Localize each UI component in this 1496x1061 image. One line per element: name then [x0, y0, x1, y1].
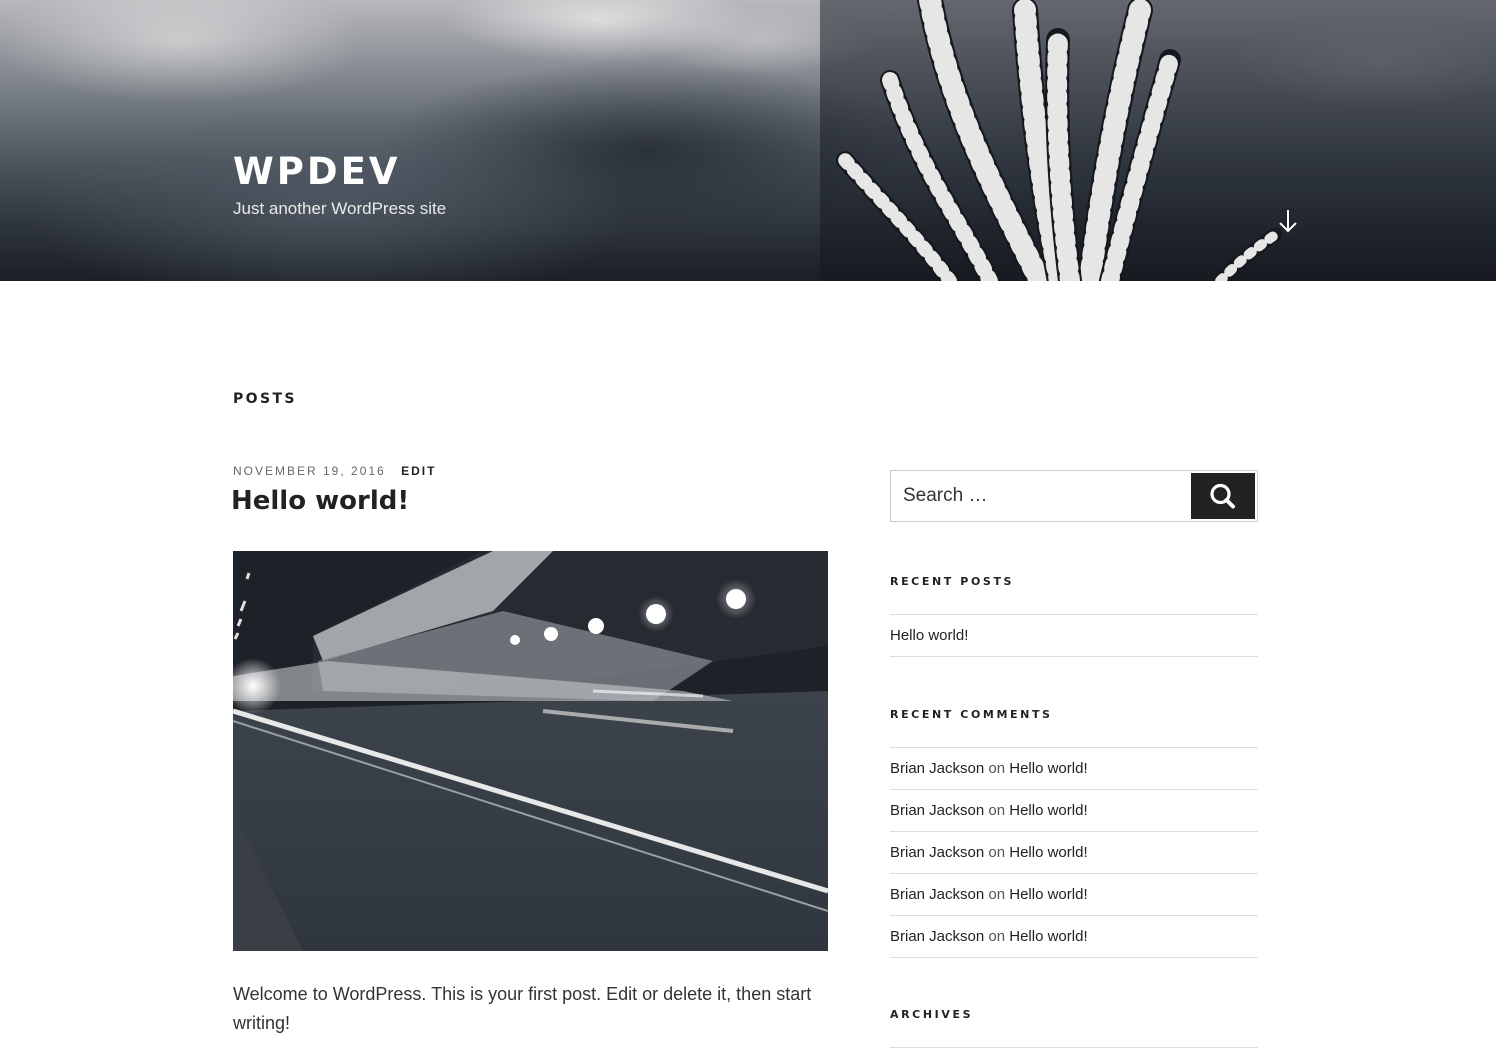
comment-connector: on — [988, 886, 1006, 903]
comment-post-link[interactable]: Hello world! — [1009, 802, 1087, 819]
list-item: Brian Jackson on Hello world! — [890, 874, 1258, 916]
comment-author: Brian Jackson — [890, 802, 985, 819]
scroll-down-button[interactable] — [1276, 208, 1300, 234]
comment-author: Brian Jackson — [890, 844, 985, 861]
recent-comments-list: Brian Jackson on Hello world! Brian Jack… — [890, 747, 1258, 958]
comment-connector: on — [988, 802, 1006, 819]
search-form — [890, 470, 1258, 522]
page-heading: POSTS — [233, 391, 297, 407]
comment-post-link[interactable]: Hello world! — [1009, 886, 1087, 903]
arrow-down-icon — [1279, 210, 1297, 233]
tunnel-photo — [233, 551, 828, 951]
comment-author: Brian Jackson — [890, 760, 985, 777]
edit-link[interactable]: EDIT — [401, 464, 436, 478]
list-item: Brian Jackson on Hello world! — [890, 916, 1258, 958]
site-description: Just another WordPress site — [233, 199, 447, 218]
archives-divider — [890, 1047, 1258, 1048]
comment-author: Brian Jackson — [890, 928, 985, 945]
post-title[interactable]: Hello world! — [231, 486, 409, 516]
post-date[interactable]: NOVEMBER 19, 2016 — [233, 464, 386, 478]
comment-connector: on — [988, 844, 1006, 861]
recent-posts-title: RECENT POSTS — [890, 575, 1015, 588]
recent-post-link[interactable]: Hello world! — [890, 627, 968, 644]
comment-author: Brian Jackson — [890, 886, 985, 903]
featured-image[interactable] — [233, 551, 828, 951]
comment-post-link[interactable]: Hello world! — [1009, 844, 1087, 861]
comment-connector: on — [988, 928, 1006, 945]
list-item: Hello world! — [890, 615, 1258, 657]
entry-meta: NOVEMBER 19, 2016 EDIT — [233, 464, 436, 478]
recent-posts-list: Hello world! — [890, 614, 1258, 657]
recent-comments-title: RECENT COMMENTS — [890, 708, 1053, 721]
site-header: WPDEV Just another WordPress site — [0, 0, 1496, 281]
search-button[interactable] — [1191, 473, 1255, 519]
comment-post-link[interactable]: Hello world! — [1009, 760, 1087, 777]
search-icon — [1210, 483, 1235, 509]
list-item: Brian Jackson on Hello world! — [890, 748, 1258, 790]
post-excerpt: Welcome to WordPress. This is your first… — [233, 984, 812, 1033]
list-item: Brian Jackson on Hello world! — [890, 832, 1258, 874]
comment-post-link[interactable]: Hello world! — [1009, 928, 1087, 945]
header-background-image — [0, 0, 1496, 281]
archives-title: ARCHIVES — [890, 1008, 974, 1021]
site-title[interactable]: WPDEV — [233, 150, 401, 193]
comment-connector: on — [988, 760, 1006, 777]
list-item: Brian Jackson on Hello world! — [890, 790, 1258, 832]
search-input[interactable] — [891, 471, 1191, 521]
